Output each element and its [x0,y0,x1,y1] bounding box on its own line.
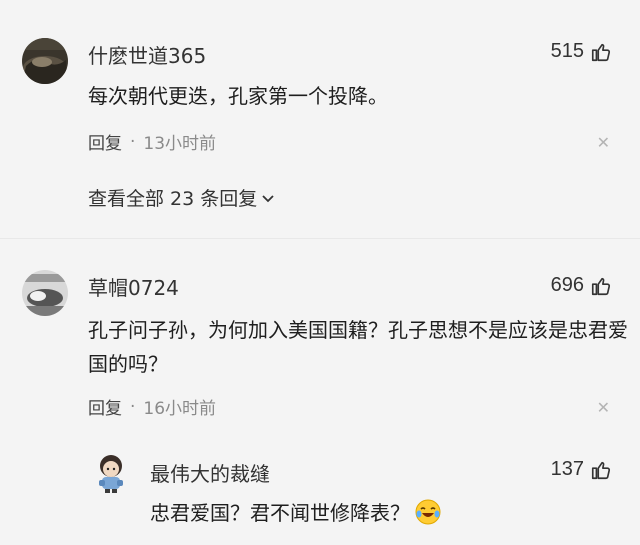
divider [0,238,640,239]
laughing-crying-emoji-icon [415,499,441,525]
username[interactable]: 什麽世道365 [88,40,206,69]
thumbs-up-icon [591,461,611,479]
comment-text: 孔子问子孙，为何加入美国国籍？孔子思想不是应该是忠君爱国的吗？ [88,318,628,376]
view-replies-button[interactable]: 查看全部 23 条回复 [88,184,275,211]
view-replies-label: 查看全部 23 条回复 [88,188,258,210]
meta-separator: · [130,131,136,152]
reply-text: 忠君爱国？君不闻世修降表？ [150,501,410,525]
comment-time: 13小时前 [143,134,217,154]
photo-avatar-icon [22,270,68,316]
like-count: 696 [550,274,584,296]
thumbs-up-icon [591,277,611,295]
reply-button[interactable]: 回复 [88,129,122,154]
close-icon[interactable]: ✕ [597,133,610,152]
like-button[interactable]: 137 [551,458,612,481]
user-avatar[interactable] [22,38,68,84]
landscape-avatar-icon [22,38,68,84]
meta-separator: · [130,396,136,417]
comment-time: 16小时前 [143,399,217,419]
username[interactable]: 最伟大的裁缝 [150,458,270,487]
comment-meta: 回复 · 13小时前 [88,129,217,155]
comment-text: 每次朝代更迭，孔家第一个投降。 [88,84,388,108]
like-count: 515 [550,40,584,62]
user-avatar[interactable] [88,450,134,496]
username[interactable]: 草帽0724 [88,272,179,301]
comment-meta: 回复 · 16小时前 [88,394,217,420]
chevron-down-icon [262,194,274,202]
like-count: 137 [550,458,584,480]
comment-item: 什麽世道365 515 每次朝代更迭，孔家第一个投降。 回复 · 13小时前 ✕… [0,0,640,225]
thumbs-up-icon [591,43,611,61]
reply-button[interactable]: 回复 [88,394,122,419]
reply-text-row: 忠君爱国？君不闻世修降表？ [150,496,610,530]
like-button[interactable]: 696 [551,274,612,297]
close-icon[interactable]: ✕ [597,398,610,417]
like-button[interactable]: 515 [551,40,612,63]
user-avatar[interactable] [22,270,68,316]
character-avatar-icon [99,455,123,493]
